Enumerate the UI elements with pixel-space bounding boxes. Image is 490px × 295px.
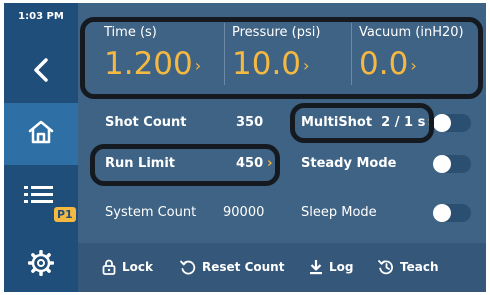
multishot-toggle[interactable] (433, 114, 471, 132)
toggle-knob (433, 155, 451, 173)
lock-icon (102, 259, 116, 275)
recipe-list-icon: P1 (16, 183, 76, 223)
main-panel: Time (s) 1.200 › Pressure (psi) 10.0 › Vac… (78, 3, 486, 292)
log-button[interactable]: Log (309, 259, 353, 275)
toggle-knob (433, 204, 451, 222)
run-limit-highlight (90, 144, 280, 186)
shot-count-value: 350 (236, 115, 264, 130)
log-label: Log (329, 260, 354, 274)
teach-label: Teach (400, 260, 439, 274)
multishot-highlight (290, 103, 434, 143)
toggle-knob (433, 114, 451, 132)
lock-label: Lock (122, 260, 153, 274)
download-icon (310, 260, 322, 275)
status-clock: 1:03 PM (18, 11, 64, 22)
sidebar-item-home[interactable] (4, 103, 78, 165)
shot-count-label: Shot Count (105, 115, 187, 130)
settings-gear-icon (27, 249, 55, 280)
footer-toolbar: Lock Reset Count Log Teach (78, 243, 486, 292)
lock-button[interactable]: Lock (102, 259, 153, 275)
sidebar-item-recipes[interactable]: P1 (4, 173, 78, 233)
reset-count-button[interactable]: Reset Count (180, 259, 284, 275)
sleep-mode-label: Sleep Mode (301, 205, 377, 220)
back-icon (33, 58, 49, 86)
screen: 1:03 PM P1 Time (s) 1.200 › Pressure (ps… (4, 3, 486, 292)
gauges-highlight (80, 17, 483, 99)
reset-count-label: Reset Count (202, 260, 285, 274)
sidebar: 1:03 PM P1 (4, 3, 78, 292)
home-icon (28, 120, 54, 148)
system-count-value: 90000 (223, 205, 265, 220)
steady-mode-toggle[interactable] (433, 155, 471, 173)
system-count-row: System Count 90000 Sleep Mode (78, 193, 486, 233)
sleep-mode-toggle[interactable] (433, 204, 471, 222)
sidebar-item-settings[interactable] (4, 239, 78, 291)
system-count-label: System Count (105, 205, 197, 220)
back-button[interactable] (4, 43, 78, 101)
steady-mode-label: Steady Mode (301, 156, 397, 171)
history-icon (378, 260, 393, 275)
recipe-badge: P1 (54, 207, 76, 222)
reset-icon (180, 260, 196, 275)
teach-button[interactable]: Teach (378, 259, 438, 275)
